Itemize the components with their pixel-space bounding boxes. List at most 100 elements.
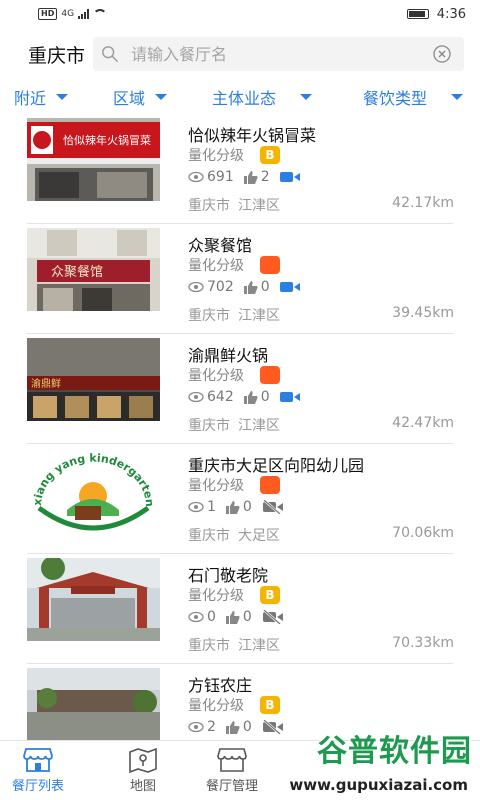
restaurant-name: 恰似辣年火锅冒菜	[188, 126, 317, 145]
likes-count: 0	[260, 279, 270, 295]
video-camera-icon[interactable]	[279, 391, 300, 403]
dropdown-arrow-icon	[56, 94, 69, 100]
clear-icon[interactable]	[432, 44, 452, 64]
location-row: 重庆市 江津区 70.33km	[188, 635, 454, 655]
location-row: 重庆市 大足区 70.06km	[188, 525, 454, 545]
store-icon	[23, 748, 53, 772]
filter-label: 附近	[14, 89, 47, 108]
grade-row: 量化分级 B	[188, 695, 280, 715]
eye-icon	[188, 611, 204, 623]
location-row: 重庆市 江津区 39.45km	[188, 305, 454, 325]
likes-count: 0	[242, 499, 252, 515]
likes-stat: 0	[243, 279, 270, 295]
nav-label: 餐厅列表	[12, 779, 65, 794]
clock: 4:36	[436, 6, 466, 22]
grade-label: 量化分级	[188, 588, 244, 604]
grade-row: 量化分级 B	[188, 145, 280, 165]
filter-district[interactable]: 区域	[113, 85, 168, 109]
dropdown-arrow-icon	[300, 94, 313, 100]
watermark-url: www.gupuxiazai.com	[287, 776, 470, 794]
filter-nearby[interactable]: 附近	[14, 85, 69, 109]
grade-label: 量化分级	[188, 478, 244, 494]
likes-stat: 0	[225, 609, 252, 625]
wifi-icon	[93, 9, 108, 19]
stats-row: 1 0	[188, 499, 284, 515]
filter-business-type[interactable]: 主体业态	[212, 85, 313, 109]
nav-label: 地图	[129, 779, 156, 794]
views-stat: 642	[188, 389, 234, 405]
city: 重庆市	[188, 418, 230, 434]
grade-badge	[260, 256, 280, 274]
views-count: 1	[207, 499, 216, 515]
sign-text: 恰似辣年火锅冒菜	[63, 133, 151, 147]
likes-count: 0	[260, 389, 270, 405]
views-stat: 2	[188, 719, 216, 735]
stats-row: 642 0	[188, 389, 300, 405]
list-item[interactable]: xiang yang kindergarten 重庆市大足区向阳幼儿园 量化分级…	[0, 444, 480, 554]
search-icon	[102, 46, 118, 62]
status-right: 4:36	[406, 6, 466, 22]
video-camera-icon[interactable]	[279, 281, 300, 293]
likes-stat: 0	[225, 719, 252, 735]
restaurant-photo	[27, 558, 160, 641]
restaurant-list[interactable]: 恰似辣年火锅冒菜 恰似辣年火锅冒菜 量化分级 B 691 2 重庆市 江津区 4…	[0, 114, 480, 740]
thumbs-up-icon	[243, 170, 258, 184]
city: 重庆市	[188, 308, 230, 324]
map-icon	[129, 747, 157, 773]
views-count: 2	[207, 719, 216, 735]
hd-badge: HD	[38, 8, 58, 20]
nav-restaurant-list[interactable]: 餐厅列表	[12, 747, 64, 794]
thumbs-up-icon	[243, 280, 258, 294]
distance: 39.45km	[392, 305, 454, 321]
grade-badge	[260, 476, 280, 494]
thumbs-up-icon	[243, 390, 258, 404]
nav-map[interactable]: 地图	[128, 747, 158, 794]
restaurant-name: 石门敬老院	[188, 566, 269, 585]
restaurant-name: 重庆市大足区向阳幼儿园	[188, 456, 365, 475]
eye-icon	[188, 501, 204, 513]
video-off-icon	[262, 500, 283, 514]
eye-icon	[188, 391, 204, 403]
grade-label: 量化分级	[188, 258, 244, 274]
views-stat: 1	[188, 499, 216, 515]
district: 江津区	[238, 308, 280, 324]
watermark: 谷普软件园 www.gupuxiazai.com	[264, 722, 480, 800]
location-row: 重庆市 江津区 42.47km	[188, 415, 454, 435]
grade-badge: B	[260, 696, 280, 714]
filter-food-type[interactable]: 餐饮类型	[363, 85, 464, 109]
stats-row: 691 2	[188, 169, 300, 185]
search-input[interactable]	[131, 44, 432, 64]
distance: 70.33km	[392, 635, 454, 651]
views-stat: 691	[188, 169, 234, 185]
distance: 70.06km	[392, 525, 454, 541]
distance: 42.47km	[392, 415, 454, 431]
thumbs-up-icon	[225, 610, 240, 624]
filter-bar: 附近 区域 主体业态 餐饮类型	[0, 80, 480, 114]
thumbs-up-icon	[225, 500, 240, 514]
grade-row: 量化分级	[188, 365, 280, 385]
views-stat: 702	[188, 279, 234, 295]
likes-count: 0	[242, 609, 252, 625]
search-box[interactable]	[93, 37, 464, 71]
video-off-icon	[262, 610, 283, 624]
status-bar: HD 4G 4:36	[0, 0, 480, 28]
sign-text: 渝鼎鲜	[31, 377, 61, 390]
nav-restaurant-manage[interactable]: 餐厅管理	[206, 747, 258, 794]
list-item[interactable]: 渝鼎鲜 渝鼎鲜火锅 量化分级 642 0 重庆市 江津区 42.47km	[0, 334, 480, 444]
video-camera-icon[interactable]	[279, 171, 300, 183]
list-item[interactable]: 众聚餐馆 众聚餐馆 量化分级 702 0 重庆市 江津区 39.45km	[0, 224, 480, 334]
views-count: 642	[207, 389, 234, 405]
likes-stat: 0	[225, 499, 252, 515]
grade-label: 量化分级	[188, 148, 244, 164]
thumbs-up-icon	[225, 720, 240, 734]
restaurant-photo	[27, 668, 160, 740]
list-item[interactable]: 石门敬老院 量化分级 B 0 0 重庆市 江津区 70.33km	[0, 554, 480, 664]
restaurant-photo: 渝鼎鲜	[27, 338, 160, 421]
location-row: 重庆市 江津区 42.17km	[188, 195, 454, 215]
likes-count: 2	[260, 169, 270, 185]
manage-store-icon	[217, 748, 247, 772]
dropdown-arrow-icon	[451, 94, 464, 100]
list-item[interactable]: 恰似辣年火锅冒菜 恰似辣年火锅冒菜 量化分级 B 691 2 重庆市 江津区 4…	[0, 114, 480, 224]
city-selector[interactable]: 重庆市	[28, 41, 85, 68]
battery-icon	[406, 9, 429, 19]
